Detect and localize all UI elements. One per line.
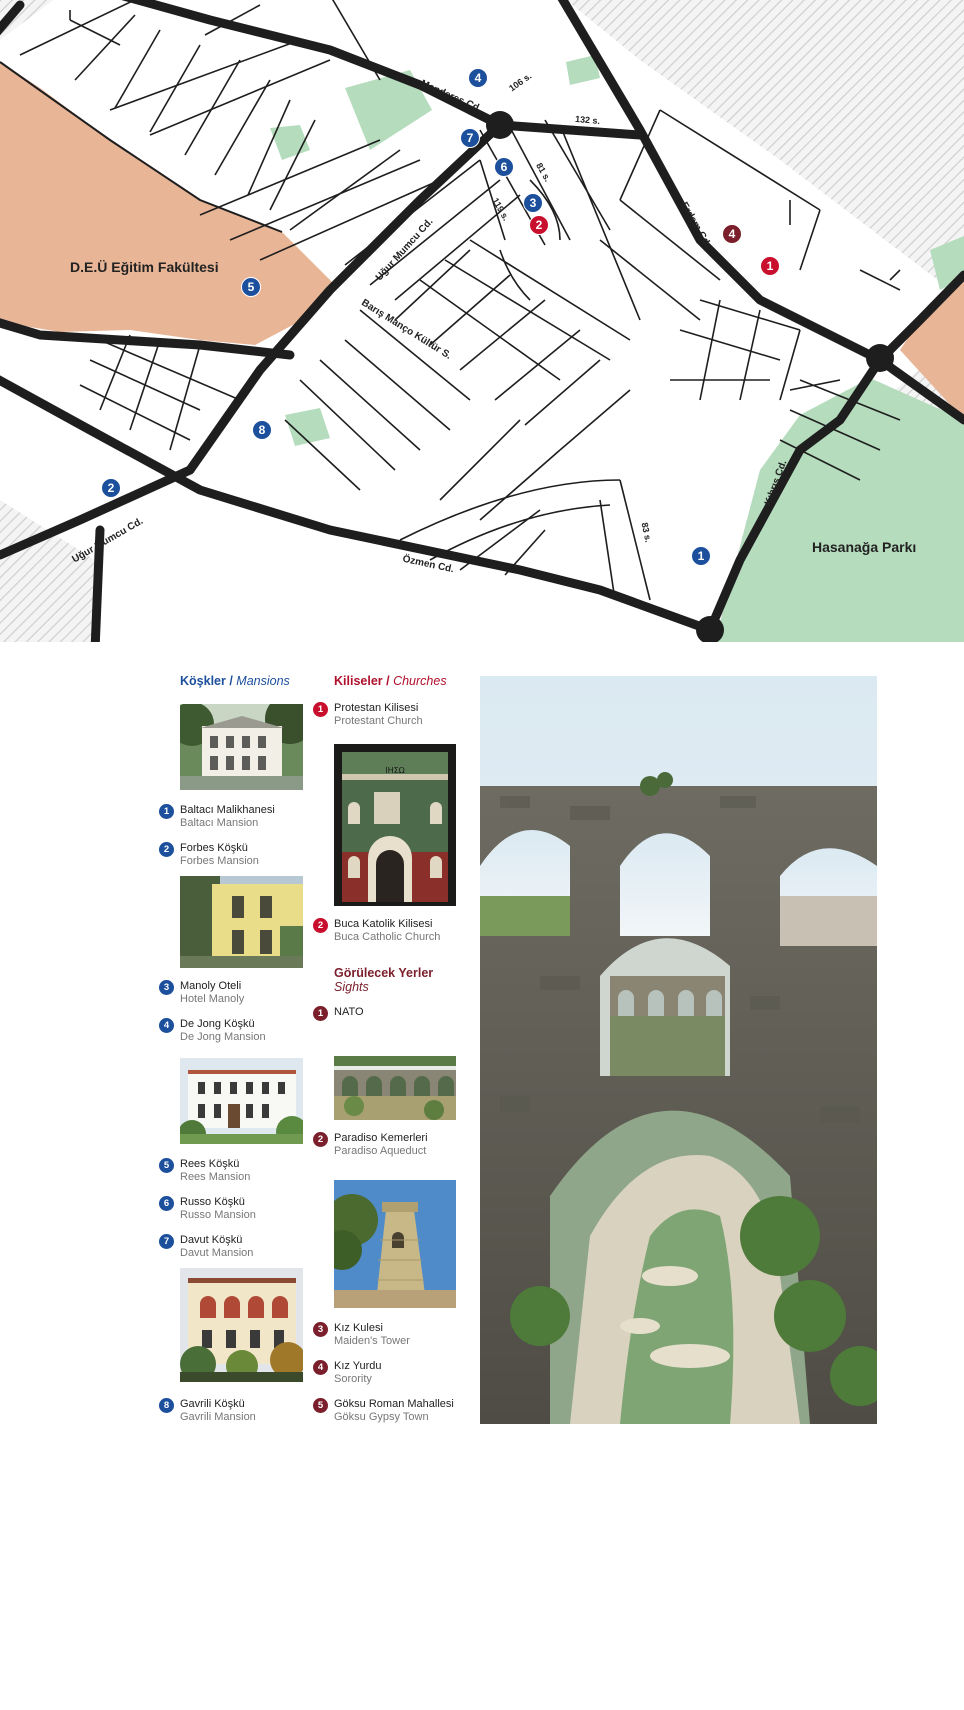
church-entry-2[interactable]: 2 Buca Katolik Kilisesi Buca Catholic Ch… — [313, 918, 440, 944]
mansion-entry-4[interactable]: 4 De Jong Köşkü De Jong Mansion — [159, 1018, 266, 1044]
mansion-number-badge: 4 — [159, 1018, 174, 1033]
sights-column: Görülecek Yerler Sights — [334, 966, 474, 994]
sight-entry-2[interactable]: 2 Paradiso Kemerleri Paradiso Aqueduct — [313, 1132, 428, 1158]
forbes-mansion-photo — [180, 876, 303, 968]
mansion-entry-5[interactable]: 5 Rees Köşkü Rees Mansion — [159, 1158, 250, 1184]
church-entry-1[interactable]: 1 Protestan Kilisesi Protestant Church — [313, 702, 423, 728]
mansion-entry-8[interactable]: 8 Gavrili Köşkü Gavrili Mansion — [159, 1398, 256, 1424]
sights-heading: Görülecek Yerler — [334, 966, 434, 980]
mansion-entry-7[interactable]: 7 Davut Köşkü Davut Mansion — [159, 1234, 253, 1260]
legend: Köşkler / Mansions 1 Baltacı Malikhanesi… — [0, 642, 964, 1710]
sight-number-badge: 2 — [313, 1132, 328, 1147]
baltaci-mansion-photo — [180, 704, 303, 790]
church-sign-text: ΙΗΣΩ — [385, 766, 405, 775]
de-jong-mansion-photo — [180, 1058, 303, 1144]
sight-entry-1[interactable]: 1 NATO — [313, 1006, 364, 1021]
sight-number-badge: 4 — [313, 1360, 328, 1375]
mansion-entry-6[interactable]: 6 Russo Köşkü Russo Mansion — [159, 1196, 256, 1222]
mansion-number-badge: 8 — [159, 1398, 174, 1413]
mansion-number-badge: 5 — [159, 1158, 174, 1173]
map-marker-mansion-1[interactable]: 1 — [691, 546, 711, 566]
mansion-number-badge: 1 — [159, 804, 174, 819]
mansions-column: Köşkler / Mansions — [180, 674, 320, 688]
churches-column: Kiliseler / Churches — [334, 674, 474, 688]
church-number-badge: 2 — [313, 918, 328, 933]
area-label-hasanaga: Hasanağa Parkı — [812, 539, 917, 555]
sight-entry-5[interactable]: 5 Göksu Roman Mahallesi Göksu Gypsy Town — [313, 1398, 454, 1424]
mansion-entry-3[interactable]: 3 Manoly Oteli Hotel Manoly — [159, 980, 244, 1006]
map-marker-mansion-5[interactable]: 5 — [241, 277, 261, 297]
mansion-number-badge: 7 — [159, 1234, 174, 1249]
churches-heading: Kiliseler / Churches — [334, 674, 447, 688]
junction-node — [486, 111, 514, 139]
paradiso-aqueduct-thumb — [334, 1056, 456, 1120]
sight-number-badge: 5 — [313, 1398, 328, 1413]
sight-number-badge: 1 — [313, 1006, 328, 1021]
mansion-entry-2[interactable]: 2 Forbes Köşkü Forbes Mansion — [159, 842, 259, 868]
mansion-number-badge: 2 — [159, 842, 174, 857]
map-marker-sight-1[interactable]: 1 — [760, 256, 780, 276]
mansion-number-badge: 3 — [159, 980, 174, 995]
gavrili-mansion-photo — [180, 1268, 303, 1382]
map-marker-sight-4[interactable]: 4 — [722, 224, 742, 244]
map-marker-mansion-8[interactable]: 8 — [252, 420, 272, 440]
maidens-tower-photo — [334, 1180, 456, 1308]
map-marker-mansion-3[interactable]: 3 — [523, 193, 543, 213]
sight-entry-3[interactable]: 3 Kız Kulesi Maiden's Tower — [313, 1322, 410, 1348]
area-label-deu: D.E.Ü Eğitim Fakültesi — [70, 259, 219, 275]
map[interactable]: Menderes Cd. 106 s. 132 s. 81 s. 119 s. … — [0, 0, 964, 642]
mansion-number-badge: 6 — [159, 1196, 174, 1211]
mansions-heading: Köşkler / Mansions — [180, 674, 290, 688]
map-marker-mansion-7[interactable]: 7 — [460, 128, 480, 148]
map-marker-mansion-2[interactable]: 2 — [101, 478, 121, 498]
sights-heading-en: Sights — [334, 980, 369, 994]
map-marker-church-2[interactable]: 2 — [529, 215, 549, 235]
paradiso-aqueduct-photo — [480, 676, 877, 1424]
catholic-church-photo: ΙΗΣΩ — [334, 744, 456, 906]
sight-entry-4[interactable]: 4 Kız Yurdu Sorority — [313, 1360, 382, 1386]
map-marker-mansion-6[interactable]: 6 — [494, 157, 514, 177]
church-number-badge: 1 — [313, 702, 328, 717]
sight-number-badge: 3 — [313, 1322, 328, 1337]
mansion-entry-1[interactable]: 1 Baltacı Malikhanesi Baltacı Mansion — [159, 804, 275, 830]
map-marker-mansion-4[interactable]: 4 — [468, 68, 488, 88]
junction-node — [866, 344, 894, 372]
